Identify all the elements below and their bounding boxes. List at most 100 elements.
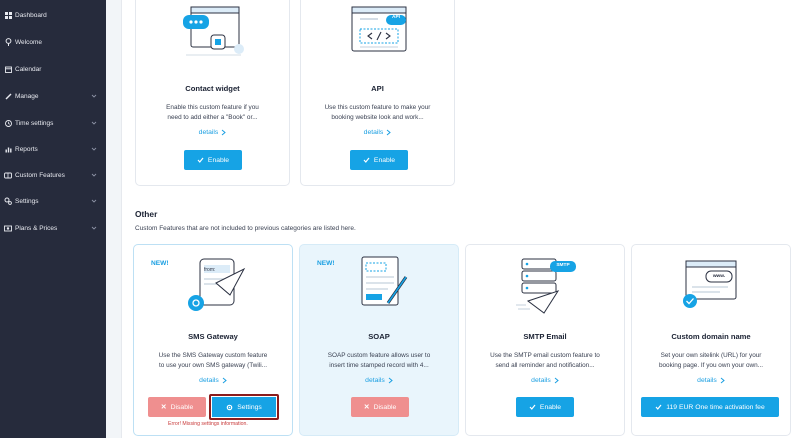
sidebar-item-time-settings[interactable]: Time settings [0, 110, 106, 136]
sidebar-item-label: Dashboard [15, 11, 47, 19]
chevron-down-icon [91, 199, 97, 203]
details-link[interactable]: details [301, 129, 454, 136]
chevron-down-icon [91, 226, 97, 230]
dashboard-icon [4, 11, 12, 19]
card-title: SMS Gateway [188, 332, 238, 341]
details-link[interactable]: details [136, 129, 289, 136]
details-link[interactable]: details [466, 377, 624, 384]
button-label: Disable [170, 403, 194, 411]
sms-gateway-card: NEW! from: SMS Gateway Use the SMS Gatew… [133, 244, 293, 436]
card-title: API [371, 84, 384, 93]
check-icon [529, 404, 536, 410]
calendar-icon [4, 65, 12, 73]
card-description: Use the SMS Gateway custom feature to us… [144, 351, 282, 371]
enable-button[interactable]: Enable [350, 150, 408, 170]
main-area: Contact widget Enable this custom featur… [106, 0, 800, 438]
settings-button-inner: Settings [212, 397, 276, 417]
section-title: Other [135, 209, 158, 219]
sidebar-item-label: Plans & Prices [15, 224, 58, 232]
details-label: details [365, 377, 385, 384]
gear-icon [226, 404, 233, 410]
sidebar-item-reports[interactable]: Reports [0, 136, 106, 162]
details-link[interactable]: details [300, 377, 458, 384]
card-description-line: Use the SMTP email custom feature to [490, 352, 600, 359]
card-description: Use this custom feature to make your boo… [311, 103, 444, 123]
details-link[interactable]: details [134, 377, 292, 384]
button-label: 119 EUR One time activation fee [666, 403, 765, 411]
puzzle-icon [4, 171, 12, 179]
sidebar-item-calendar[interactable]: Calendar [0, 56, 106, 82]
card-description-line: SOAP custom feature allows user to [327, 352, 431, 359]
manage-icon [4, 92, 12, 100]
card-title: Custom domain name [671, 332, 751, 341]
card-description-line: booking website look and work... [331, 114, 424, 121]
sidebar: Dashboard Welcome Calendar Manage Time s… [0, 0, 106, 438]
details-label: details [199, 377, 219, 384]
new-badge: NEW! [151, 260, 169, 267]
chevron-right-icon [222, 377, 227, 384]
chevron-right-icon [388, 377, 393, 384]
reports-icon [4, 145, 12, 153]
check-icon [363, 157, 370, 163]
price-tag-icon [4, 224, 12, 232]
sidebar-item-dashboard[interactable]: Dashboard [0, 2, 106, 28]
card-title: SOAP [368, 332, 390, 341]
custom-domain-card: www. Custom domain name Set your own sit… [631, 244, 791, 436]
enable-button[interactable]: Enable [184, 150, 242, 170]
sidebar-item-custom-features[interactable]: Custom Features [0, 162, 106, 188]
welcome-icon [4, 38, 12, 46]
sidebar-item-plans-prices[interactable]: Plans & Prices [0, 215, 106, 241]
new-badge: NEW! [317, 260, 335, 267]
card-description-line: Use this custom feature to make your [324, 104, 431, 111]
card-description-line: insert time stamped record with 4... [329, 362, 429, 369]
card-description-line: to use your own SMS gateway (Twili... [159, 362, 267, 369]
clock-icon [4, 119, 12, 127]
card-description: Use the SMTP email custom feature to sen… [476, 351, 614, 371]
illustration-from-label: from: [204, 267, 216, 273]
www-badge: www. [712, 274, 726, 279]
sidebar-item-label: Calendar [15, 65, 42, 73]
details-label: details [531, 377, 551, 384]
card-description-line: Set your own sitelink (URL) for your [660, 352, 762, 359]
settings-button[interactable]: Settings [209, 394, 279, 420]
card-description-line: Use the SMS Gateway custom feature [158, 352, 268, 359]
card-description: Set your own sitelink (URL) for your boo… [642, 351, 780, 371]
contact-widget-illustration-icon [183, 6, 244, 56]
sidebar-item-welcome[interactable]: Welcome [0, 29, 106, 55]
error-message: Error! Missing settings information. [168, 421, 248, 427]
chevron-right-icon [387, 129, 392, 136]
section-description: Custom Features that are not included to… [135, 225, 356, 232]
soap-illustration-icon [361, 256, 408, 306]
card-description-line: booking page. If you own your own... [658, 362, 764, 369]
sidebar-item-label: Reports [15, 145, 38, 153]
chevron-down-icon [91, 173, 97, 177]
chevron-down-icon [91, 121, 97, 125]
chevron-right-icon [222, 129, 227, 136]
smtp-badge: SMTP [556, 263, 570, 268]
sidebar-item-label: Welcome [15, 38, 42, 46]
close-icon: ✕ [363, 404, 370, 411]
contact-widget-card: Contact widget Enable this custom featur… [135, 0, 290, 186]
check-icon [655, 404, 662, 410]
check-icon [197, 157, 204, 163]
gear-icon [4, 197, 12, 205]
chevron-right-icon [554, 377, 559, 384]
chevron-down-icon [91, 94, 97, 98]
card-description-line: send all reminder and notification... [495, 362, 595, 369]
chevron-down-icon [91, 147, 97, 151]
api-badge: API [392, 15, 400, 20]
custom-domain-illustration-icon [683, 260, 737, 308]
card-description: Enable this custom feature if you need t… [146, 103, 279, 123]
sidebar-item-label: Custom Features [15, 171, 65, 179]
enable-button[interactable]: Enable [516, 397, 574, 417]
sidebar-item-settings[interactable]: Settings [0, 188, 106, 214]
disable-button[interactable]: ✕ Disable [148, 397, 206, 417]
button-label: Disable [373, 403, 397, 411]
activate-domain-button[interactable]: 119 EUR One time activation fee [641, 397, 779, 417]
details-link[interactable]: details [632, 377, 790, 384]
disable-button[interactable]: ✕ Disable [351, 397, 409, 417]
card-title: Contact widget [185, 84, 240, 93]
sms-gateway-illustration-icon [188, 258, 246, 311]
smtp-email-card: SMTP SMTP Email Use the SMTP email custo… [465, 244, 625, 436]
sidebar-item-manage[interactable]: Manage [0, 83, 106, 109]
